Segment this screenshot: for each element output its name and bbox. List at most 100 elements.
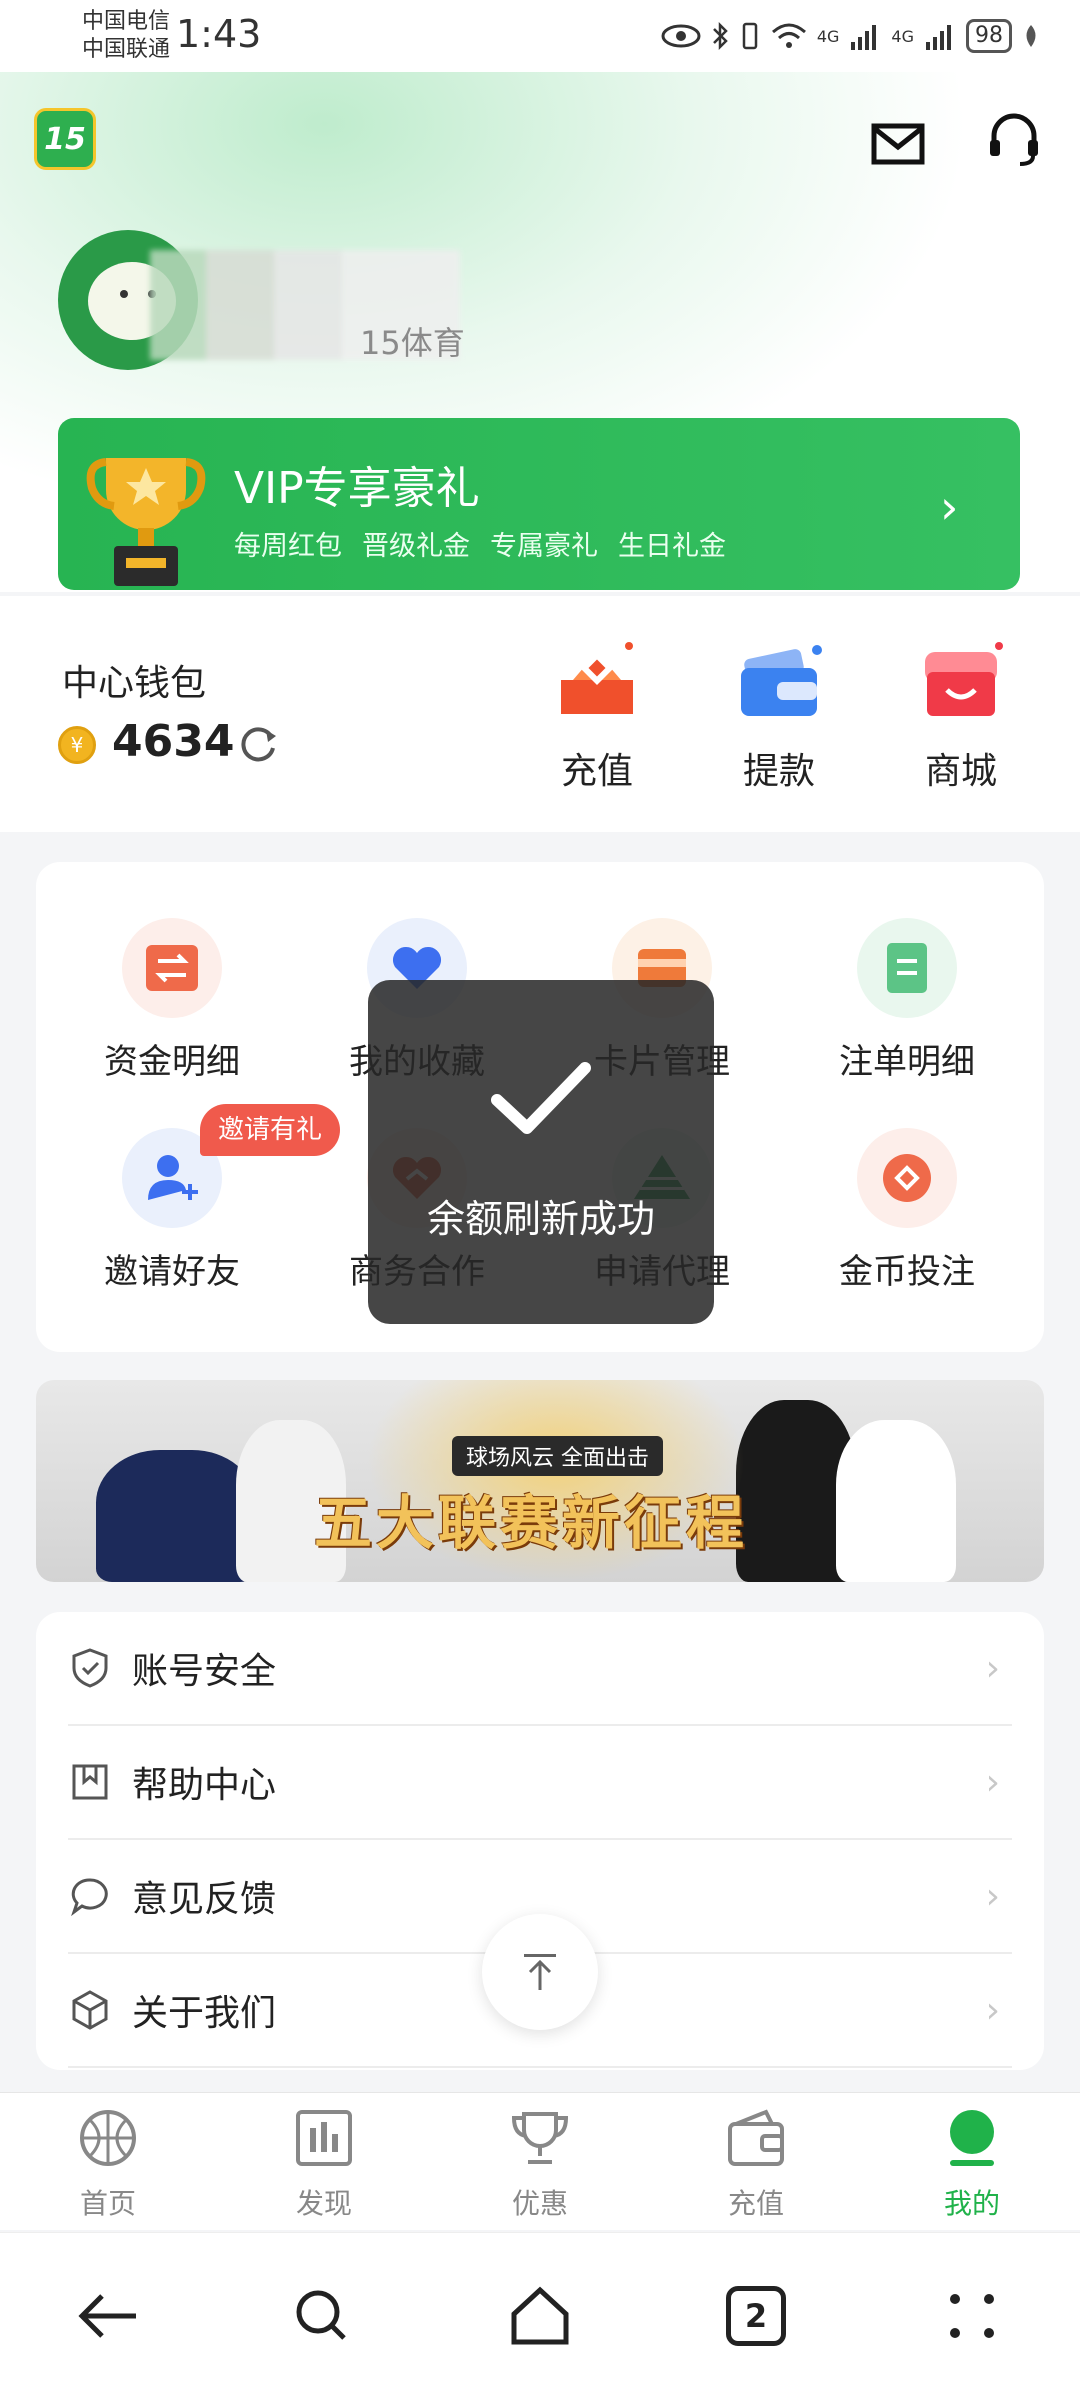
bluetooth-icon <box>712 21 728 51</box>
tab-home[interactable]: 首页 <box>0 2108 216 2222</box>
network-1: 4G <box>816 26 840 46</box>
chevron-right-icon: › <box>985 1761 1000 1803</box>
deposit-label: 充值 <box>560 751 633 792</box>
wallet-icon <box>728 2109 784 2166</box>
tab-label: 首页 <box>79 2187 136 2220</box>
menu-button[interactable] <box>932 2276 1012 2356</box>
headset-icon <box>990 113 1038 166</box>
network-2: 4G <box>891 26 914 46</box>
back-to-top-button[interactable] <box>482 1914 598 2030</box>
back-button[interactable] <box>68 2276 148 2356</box>
battery-indicator: 98 <box>966 19 1012 53</box>
tab-label: 我的 <box>943 2187 1000 2220</box>
deposit-icon <box>561 642 633 714</box>
grid-item-label: 注单明细 <box>839 1042 975 1082</box>
status-icons: 4G 4G 98 <box>661 14 1040 58</box>
grid-item-label: 资金明细 <box>104 1042 240 1082</box>
home-icon <box>511 2286 569 2345</box>
tab-me[interactable]: 我的 <box>864 2108 1080 2222</box>
grid-item-bet-details[interactable]: 注单明细 <box>807 918 1007 1083</box>
leaf-icon <box>1026 25 1036 47</box>
vibrate-icon <box>742 22 758 50</box>
shop-icon <box>925 642 1003 716</box>
tab-promotions[interactable]: 优惠 <box>432 2108 648 2222</box>
chart-board-icon <box>296 2110 352 2166</box>
tab-label: 发现 <box>295 2187 352 2220</box>
status-bar: 中国电信 中国联通 1:43 4G 4G 98 <box>0 0 1080 72</box>
more-dots-icon <box>950 2294 994 2338</box>
grid-item-fund-details[interactable]: 资金明细 <box>72 918 272 1083</box>
refresh-balance-button[interactable] <box>236 722 280 766</box>
tab-label: 优惠 <box>511 2187 568 2220</box>
menu-item-help-center[interactable]: 帮助中心 › <box>68 1726 1012 1840</box>
mail-button[interactable] <box>866 112 930 176</box>
banner-tag: 球场风云 全面出击 <box>452 1436 663 1476</box>
refresh-icon <box>241 727 276 762</box>
eye-icon <box>661 24 701 48</box>
transfer-icon <box>122 918 222 1018</box>
tab-label: 充值 <box>727 2187 784 2220</box>
vip-perks: 每周红包 晋级礼金 专属豪礼 生日礼金 <box>234 524 726 563</box>
grid-item-label: 邀请好友 <box>104 1252 240 1292</box>
shop-button[interactable]: 商城 <box>886 632 1036 794</box>
toast-text: 余额刷新成功 <box>426 1197 655 1241</box>
toast-message: 余额刷新成功 <box>368 980 714 1324</box>
search-button[interactable] <box>282 2276 362 2356</box>
menu-item-label: 帮助中心 <box>132 1765 277 1806</box>
tabs-button[interactable]: 2 <box>716 2276 796 2356</box>
app-logo: 15 <box>34 108 96 170</box>
arrow-up-icon <box>524 1954 556 1990</box>
menu-item-label: 意见反馈 <box>132 1879 277 1920</box>
banner-title: 五大联赛新征程 <box>314 1489 749 1557</box>
carrier-2: 中国联通 <box>82 37 171 62</box>
tab-deposit[interactable]: 充值 <box>648 2108 864 2222</box>
clock: 1:43 <box>176 12 262 56</box>
vip-perk: 晋级礼金 <box>362 531 470 562</box>
vip-perk: 专属豪礼 <box>490 531 598 562</box>
profile-icon <box>950 2110 994 2166</box>
member-subtitle: 15体育 <box>360 324 465 362</box>
deposit-button[interactable]: 充值 <box>522 632 672 794</box>
promo-banner[interactable]: 球场风云 全面出击 五大联赛新征程 <box>36 1380 1044 1582</box>
trophy-icon <box>86 458 206 586</box>
cube-icon <box>72 1990 108 2030</box>
withdraw-label: 提款 <box>742 751 815 792</box>
chevron-right-icon: › <box>985 1875 1000 1917</box>
wallet-balance: 4634 <box>112 716 235 767</box>
customer-service-button[interactable] <box>982 108 1046 172</box>
tabs-count: 2 <box>726 2286 786 2346</box>
carrier-1: 中国电信 <box>82 9 171 34</box>
menu-item-label: 账号安全 <box>132 1651 277 1692</box>
tab-discover[interactable]: 发现 <box>216 2108 432 2222</box>
signal-icon <box>851 25 877 50</box>
home-button[interactable] <box>500 2276 580 2356</box>
back-arrow-icon <box>78 2294 136 2338</box>
invite-badge: 邀请有礼 <box>200 1104 341 1156</box>
chevron-right-icon: › <box>940 480 959 534</box>
vip-title: VIP专享豪礼 <box>234 463 480 514</box>
signal-2-icon <box>926 25 951 50</box>
withdraw-button[interactable]: 提款 <box>704 632 854 794</box>
wifi-icon <box>771 23 806 48</box>
carrier-labels: 中国电信 中国联通 <box>82 8 170 64</box>
search-icon <box>296 2290 346 2340</box>
coin-bet-icon <box>857 1128 957 1228</box>
withdraw-icon <box>741 645 822 716</box>
document-icon <box>857 918 957 1018</box>
vip-perk: 每周红包 <box>234 531 342 562</box>
basketball-icon <box>80 2110 136 2166</box>
vip-perk: 生日礼金 <box>618 531 726 562</box>
coin-icon: ¥ <box>58 726 96 764</box>
grid-item-label: 金币投注 <box>839 1252 975 1292</box>
grid-item-coin-bet[interactable]: 金币投注 <box>807 1128 1007 1293</box>
menu-item-account-security[interactable]: 账号安全 › <box>68 1612 1012 1726</box>
mail-icon <box>871 123 925 165</box>
checkmark-icon <box>491 1062 591 1134</box>
shop-label: 商城 <box>924 751 997 792</box>
chevron-right-icon: › <box>985 1647 1000 1689</box>
wallet-title: 中心钱包 <box>62 663 207 704</box>
bookmark-icon <box>72 1764 108 1800</box>
chevron-right-icon: › <box>985 1989 1000 2031</box>
shield-icon <box>72 1648 108 1688</box>
trophy-icon <box>511 2112 569 2164</box>
